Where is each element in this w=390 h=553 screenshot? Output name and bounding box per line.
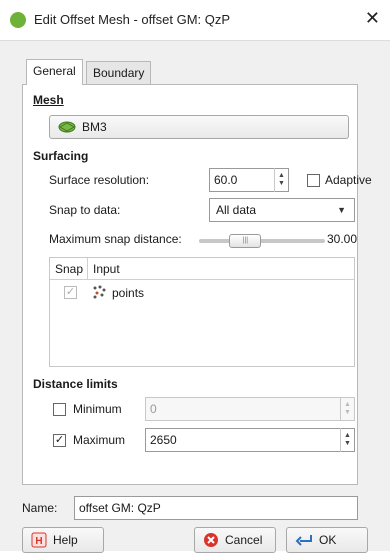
snap-to-data-select[interactable]: All data ▼ — [209, 198, 355, 222]
minimum-label: Minimum — [73, 402, 122, 416]
mesh-section-title: Mesh — [33, 93, 64, 107]
snap-checkbox: ✓ — [64, 286, 77, 299]
adaptive-label: Adaptive — [325, 173, 372, 187]
tab-boundary[interactable]: Boundary — [86, 61, 152, 85]
tab-general-label: General — [33, 64, 76, 78]
cancel-button-label: Cancel — [225, 533, 263, 547]
tab-boundary-label: Boundary — [93, 66, 145, 80]
minimum-input[interactable]: 0 ▲ ▼ — [145, 397, 355, 421]
max-snap-distance-label: Maximum snap distance: — [49, 232, 182, 246]
resolution-spinner-icon[interactable]: ▲ ▼ — [274, 168, 288, 192]
table-header-input: Input — [88, 258, 354, 280]
input-name: points — [112, 286, 145, 300]
title-bar: Edit Offset Mesh - offset GM: QzP ✕ — [0, 0, 390, 40]
points-icon — [93, 285, 106, 299]
help-button[interactable]: H Help — [22, 527, 104, 553]
snap-to-data-label: Snap to data: — [49, 203, 121, 217]
minimum-checkbox[interactable] — [53, 403, 66, 416]
close-icon[interactable]: ✕ — [365, 8, 380, 29]
mesh-section-text: Mesh — [33, 93, 64, 107]
app-logo-icon — [10, 12, 26, 28]
maximum-checkbox[interactable]: ✓ — [53, 434, 66, 447]
snap-input-table: Snap Input ✓ points — [49, 257, 355, 367]
surface-resolution-input[interactable]: 60.0 ▲ ▼ — [209, 168, 289, 192]
maximum-label: Maximum — [73, 433, 126, 447]
adaptive-checkbox[interactable] — [307, 174, 320, 187]
minimum-spinner-icon[interactable]: ▲ ▼ — [340, 397, 354, 421]
svg-text:H: H — [35, 536, 42, 547]
cancel-button[interactable]: Cancel — [194, 527, 276, 553]
maximum-spinner-icon[interactable]: ▲ ▼ — [340, 428, 354, 452]
chevron-down-icon: ▼ — [337, 205, 346, 215]
name-input[interactable]: offset GM: QzP — [74, 496, 358, 520]
general-panel: Mesh BM3 Surfacing Surface resolution: 6… — [22, 84, 372, 485]
help-button-label: Help — [53, 533, 78, 547]
mesh-value: BM3 — [82, 120, 107, 134]
mesh-icon — [58, 121, 76, 133]
cancel-icon — [204, 533, 218, 547]
snap-to-data-value: All data — [216, 203, 257, 217]
name-value: offset GM: QzP — [79, 501, 161, 515]
surface-resolution-label: Surface resolution: — [49, 173, 150, 187]
distance-limits-section-title: Distance limits — [33, 377, 118, 391]
window-title: Edit Offset Mesh - offset GM: QzP — [34, 12, 231, 27]
ok-arrow-icon — [295, 535, 312, 546]
ok-button-label: OK — [319, 533, 337, 547]
help-icon: H — [31, 532, 47, 548]
surfacing-section-title: Surfacing — [33, 149, 89, 163]
max-snap-slider[interactable] — [199, 239, 325, 243]
maximum-value: 2650 — [150, 433, 177, 447]
maximum-input[interactable]: 2650 ▲ ▼ — [145, 428, 355, 452]
tab-general[interactable]: General — [26, 59, 83, 85]
table-row: ✓ points — [50, 282, 354, 304]
max-snap-distance-value: 30.00 — [327, 232, 358, 246]
name-label: Name: — [22, 501, 58, 515]
minimum-value: 0 — [150, 402, 157, 416]
ok-button[interactable]: OK — [286, 527, 368, 553]
mesh-select-button[interactable]: BM3 — [49, 115, 349, 139]
table-header-snap: Snap — [50, 258, 88, 280]
dialog-body: General Boundary Mesh BM3 Surfacing Surf… — [0, 40, 390, 553]
surface-resolution-value: 60.0 — [214, 173, 238, 187]
slider-handle[interactable]: ||| — [229, 234, 262, 248]
